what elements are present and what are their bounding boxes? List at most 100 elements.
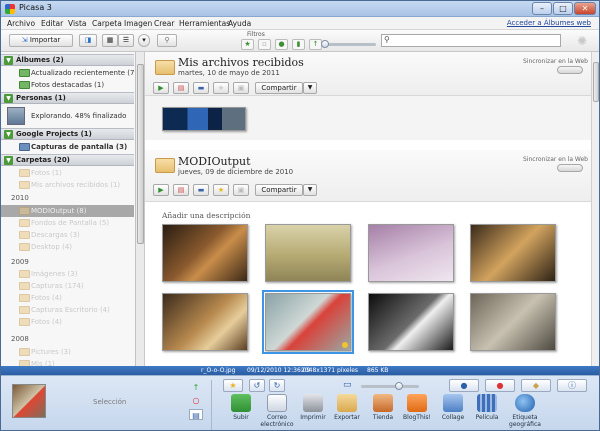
- star-album-button[interactable]: ★: [213, 82, 229, 94]
- photo-thumbnail[interactable]: [368, 293, 454, 351]
- library-scrollbar[interactable]: [591, 52, 599, 366]
- add-to-album-tray-button[interactable]: ▤: [189, 409, 203, 420]
- folder-item[interactable]: Fotos (1): [1, 167, 134, 179]
- people-tag-button[interactable]: ●: [449, 379, 479, 392]
- geotag-button[interactable]: ●: [485, 379, 515, 392]
- play-slideshow-button[interactable]: ▶: [153, 184, 169, 196]
- photo-thumbnail[interactable]: [470, 293, 556, 351]
- folder-item[interactable]: Capturas (174): [1, 280, 134, 292]
- library-scroll-thumb[interactable]: [593, 62, 599, 102]
- date-filter-slider-knob[interactable]: [321, 40, 329, 48]
- view-options-button[interactable]: ▾: [138, 34, 150, 47]
- album-item-starred[interactable]: Fotos destacadas (1): [1, 79, 134, 91]
- google-projects-header-label: Google Projects (1): [16, 130, 92, 138]
- photo-thumbnail[interactable]: [162, 224, 248, 282]
- movie-button[interactable]: ▬: [193, 82, 209, 94]
- folder-item-selected[interactable]: MODIOutput (8): [1, 205, 134, 217]
- photo-thumbnail[interactable]: [470, 224, 556, 282]
- sidebar-scrollbar[interactable]: [136, 52, 145, 366]
- folder-item[interactable]: Desktop (4): [1, 241, 134, 253]
- filter-people-button[interactable]: ●: [275, 39, 288, 50]
- menu-vista[interactable]: Vista: [68, 19, 87, 28]
- save-album-button[interactable]: ▣: [233, 184, 249, 196]
- collage-button[interactable]: ▤: [173, 184, 189, 196]
- add-to-album-button[interactable]: ◨: [79, 34, 97, 47]
- menu-crear[interactable]: Crear: [154, 19, 174, 28]
- geotag-tool-button[interactable]: Etiqueta geográfica: [503, 394, 547, 428]
- share-dropdown-button[interactable]: ▼: [303, 184, 317, 196]
- email-tool-button[interactable]: Correo electrónico: [257, 394, 297, 428]
- list-view-button[interactable]: ☰: [118, 34, 134, 47]
- menu-ayuda[interactable]: Ayuda: [228, 19, 251, 28]
- folder-item[interactable]: Fotos (4): [1, 316, 134, 328]
- thumbnail-view-button[interactable]: ▦: [102, 34, 118, 47]
- people-section-header[interactable]: ▼ Personas (1): [1, 92, 134, 104]
- filter-starred-button[interactable]: ★: [241, 39, 254, 50]
- upload-tool-button[interactable]: Subir: [221, 394, 261, 421]
- search-input[interactable]: [394, 36, 558, 46]
- thumbnail-size-slider-knob[interactable]: [395, 382, 403, 390]
- sync-web-toggle[interactable]: [557, 164, 583, 172]
- chevron-down-icon: ▾: [142, 36, 146, 44]
- collage-button[interactable]: ▤: [173, 82, 189, 94]
- folder-item[interactable]: Fotos (4): [1, 292, 134, 304]
- import-button[interactable]: ⇲ Importar: [9, 34, 73, 47]
- rotate-left-button[interactable]: ↺: [249, 379, 265, 392]
- movie-tool-button[interactable]: Película: [467, 394, 507, 421]
- maximize-button[interactable]: □: [553, 2, 573, 15]
- photo-thumbnail[interactable]: [265, 224, 351, 282]
- share-button[interactable]: Compartir: [255, 184, 303, 196]
- filter-video-button[interactable]: ▫: [258, 39, 271, 50]
- share-dropdown-button[interactable]: ▼: [303, 82, 317, 94]
- properties-button[interactable]: ⓘ: [557, 379, 587, 392]
- star-photo-button[interactable]: ★: [223, 379, 243, 392]
- star-album-button[interactable]: ★: [213, 184, 229, 196]
- filter-geotag-button[interactable]: ▮: [292, 39, 305, 50]
- google-projects-header[interactable]: ▼ Google Projects (1): [1, 128, 134, 140]
- import-label: Importar: [29, 36, 61, 44]
- add-description-link[interactable]: Añadir una descripción: [162, 211, 250, 220]
- albums-section-header[interactable]: ▼ Álbumes (2): [1, 54, 134, 66]
- photo-thumbnail[interactable]: [162, 293, 248, 351]
- clear-selection-button[interactable]: ○: [189, 395, 203, 406]
- hold-selection-button[interactable]: ↑: [189, 382, 203, 393]
- sidebar-scroll-thumb[interactable]: [137, 64, 144, 244]
- close-button[interactable]: ✕: [574, 2, 596, 15]
- save-album-button[interactable]: ▣: [233, 82, 249, 94]
- menu-carpeta[interactable]: Carpeta: [92, 19, 122, 28]
- folder-item[interactable]: Imágenes (3): [1, 268, 134, 280]
- menu-imagen[interactable]: Imagen: [124, 19, 152, 28]
- photo-thumbnail-selected[interactable]: [262, 290, 354, 354]
- export-tool-button[interactable]: Exportar: [327, 394, 367, 421]
- menu-editar[interactable]: Editar: [41, 19, 63, 28]
- photo-thumbnail[interactable]: [162, 107, 246, 131]
- minimize-button[interactable]: –: [532, 2, 552, 15]
- album-item-recent[interactable]: Actualizado recientemente (7): [1, 67, 135, 79]
- project-item-screenshots[interactable]: Capturas de pantalla (3): [1, 141, 134, 153]
- album-title[interactable]: MODIOutput: [178, 155, 251, 168]
- photo-thumbnail[interactable]: [368, 224, 454, 282]
- folder-item[interactable]: Pictures (3): [1, 346, 134, 358]
- tags-button[interactable]: ◆: [521, 379, 551, 392]
- folders-section-header[interactable]: ▼ Carpetas (20): [1, 154, 134, 166]
- sync-web-toggle[interactable]: [557, 66, 583, 74]
- selected-photo-thumbnail[interactable]: [12, 384, 46, 418]
- menu-archivo[interactable]: Archivo: [7, 19, 35, 28]
- menu-herramientas[interactable]: Herramientas: [179, 19, 230, 28]
- share-button[interactable]: Compartir: [255, 82, 303, 94]
- folder-item[interactable]: Descargas (3): [1, 229, 134, 241]
- thumbnail-size-slider[interactable]: [361, 385, 419, 388]
- album-title[interactable]: Mis archivos recibidos: [178, 56, 304, 69]
- folder-icon: [19, 207, 30, 215]
- folder-item[interactable]: Fondos de Pantalla (5): [1, 217, 134, 229]
- web-albums-signin-link[interactable]: Acceder a Álbumes web: [507, 19, 591, 27]
- play-slideshow-button[interactable]: ▶: [153, 82, 169, 94]
- people-tool-button[interactable]: ⚲: [157, 34, 177, 47]
- movie-button[interactable]: ▬: [193, 184, 209, 196]
- folder-item[interactable]: Mis (1): [1, 358, 134, 366]
- folder-item[interactable]: Mis archivos recibidos (1): [1, 179, 134, 191]
- folder-item[interactable]: Capturas Escritorio (4): [1, 304, 134, 316]
- rotate-right-button[interactable]: ↻: [269, 379, 285, 392]
- date-filter-slider[interactable]: [324, 43, 376, 46]
- blogthis-tool-button[interactable]: BlogThis!: [397, 394, 437, 421]
